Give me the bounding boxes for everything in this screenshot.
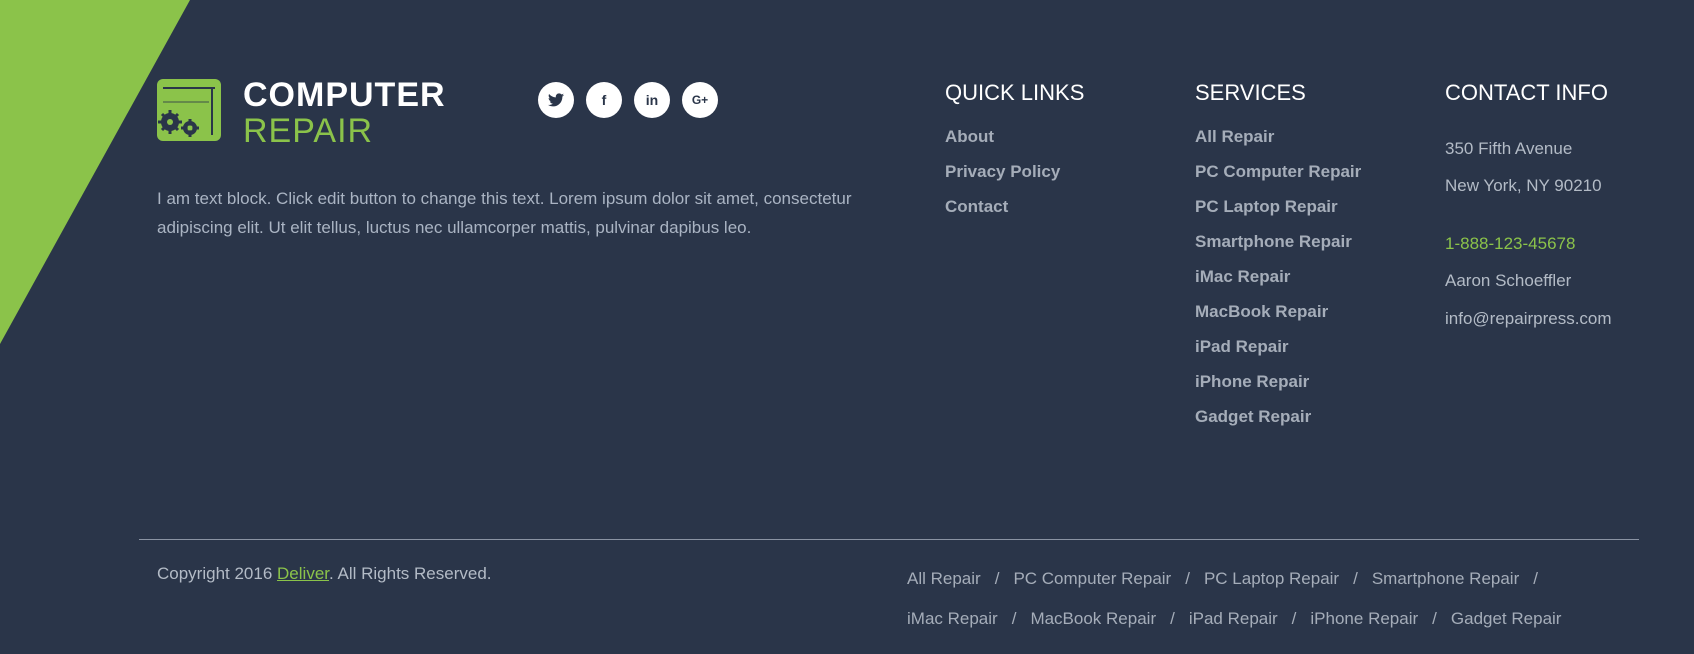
service-link[interactable]: MacBook Repair bbox=[1195, 302, 1361, 337]
twitter-icon bbox=[548, 93, 564, 107]
logo-text: COMPUTER REPAIR bbox=[243, 78, 446, 148]
quick-links-title: QUICK LINKS bbox=[945, 80, 1085, 105]
contact-email[interactable]: info@repairpress.com bbox=[1445, 309, 1612, 329]
service-link[interactable]: PC Laptop Repair bbox=[1195, 197, 1361, 232]
linkedin-icon: in bbox=[645, 92, 659, 108]
google-plus-icon: G+ bbox=[691, 93, 709, 107]
logo-line1: COMPUTER bbox=[243, 76, 446, 114]
google-plus-button[interactable]: G+ bbox=[682, 82, 718, 118]
contact-column: CONTACT INFO 350 Fifth Avenue New York, … bbox=[1445, 78, 1612, 328]
footer-nav-link[interactable]: Smartphone Repair bbox=[1372, 568, 1519, 590]
contact-address-line2: New York, NY 90210 bbox=[1445, 176, 1602, 195]
service-link[interactable]: iPhone Repair bbox=[1195, 372, 1361, 407]
contact-address-line1: 350 Fifth Avenue bbox=[1445, 139, 1573, 158]
nav-separator: / bbox=[1185, 569, 1190, 588]
quick-link-privacy-policy[interactable]: Privacy Policy bbox=[945, 162, 1084, 197]
footer-divider bbox=[139, 539, 1639, 540]
nav-separator: / bbox=[1432, 609, 1437, 628]
footer-nav-link[interactable]: PC Computer Repair bbox=[1013, 568, 1171, 590]
copyright-link[interactable]: Deliver bbox=[277, 564, 329, 583]
logo-line2: REPAIR bbox=[243, 112, 374, 150]
services-list: All Repair PC Computer Repair PC Laptop … bbox=[1195, 127, 1361, 442]
nav-separator: / bbox=[1011, 609, 1017, 628]
service-link[interactable]: iPad Repair bbox=[1195, 337, 1361, 372]
footer-nav-link[interactable]: iMac Repair bbox=[907, 608, 998, 630]
nav-separator: / bbox=[1291, 609, 1297, 628]
contact-name: Aaron Schoeffler bbox=[1445, 271, 1572, 290]
about-text: I am text block. Click edit button to ch… bbox=[157, 189, 852, 237]
service-link[interactable]: All Repair bbox=[1195, 127, 1361, 162]
facebook-button[interactable]: f bbox=[586, 82, 622, 118]
nav-separator: / bbox=[1533, 569, 1538, 588]
footer-nav-link[interactable]: PC Laptop Repair bbox=[1204, 568, 1339, 590]
services-column: SERVICES All Repair PC Computer Repair P… bbox=[1195, 78, 1361, 442]
copyright-prefix: Copyright 2016 bbox=[157, 564, 278, 583]
nav-separator: / bbox=[994, 569, 1000, 588]
service-link[interactable]: iMac Repair bbox=[1195, 267, 1361, 302]
quick-link-about[interactable]: About bbox=[945, 127, 1084, 162]
gears-monitor-icon bbox=[157, 79, 221, 141]
copyright: Copyright 2016 Deliver. All Rights Reser… bbox=[157, 563, 492, 585]
footer-nav: All Repair / PC Computer Repair / PC Lap… bbox=[907, 568, 1607, 648]
contact-phone[interactable]: 1-888-123-45678 bbox=[1445, 234, 1575, 254]
quick-link-contact[interactable]: Contact bbox=[945, 197, 1084, 232]
facebook-icon: f bbox=[601, 92, 607, 108]
social-links: f in G+ bbox=[538, 82, 718, 118]
footer-nav-link[interactable]: MacBook Repair bbox=[1030, 608, 1156, 630]
service-link[interactable]: Gadget Repair bbox=[1195, 407, 1361, 442]
service-link[interactable]: PC Computer Repair bbox=[1195, 162, 1361, 197]
quick-links-column: QUICK LINKS About Privacy Policy Contact bbox=[945, 78, 1084, 232]
contact-title: CONTACT INFO bbox=[1445, 80, 1608, 105]
footer-nav-link[interactable]: All Repair bbox=[907, 568, 981, 590]
footer-nav-row: All Repair / PC Computer Repair / PC Lap… bbox=[907, 568, 1607, 608]
footer-nav-row: iMac Repair / MacBook Repair / iPad Repa… bbox=[907, 608, 1607, 648]
footer-nav-link[interactable]: Gadget Repair bbox=[1451, 608, 1562, 630]
services-title: SERVICES bbox=[1195, 80, 1306, 105]
twitter-button[interactable] bbox=[538, 82, 574, 118]
nav-separator: / bbox=[1170, 609, 1175, 628]
footer-nav-link[interactable]: iPad Repair bbox=[1189, 608, 1278, 630]
accent-triangle bbox=[0, 0, 190, 344]
copyright-suffix: . All Rights Reserved. bbox=[329, 564, 492, 583]
quick-links-list: About Privacy Policy Contact bbox=[945, 127, 1084, 232]
footer-nav-link[interactable]: iPhone Repair bbox=[1310, 608, 1418, 630]
service-link[interactable]: Smartphone Repair bbox=[1195, 232, 1361, 267]
linkedin-button[interactable]: in bbox=[634, 82, 670, 118]
nav-separator: / bbox=[1353, 569, 1358, 588]
